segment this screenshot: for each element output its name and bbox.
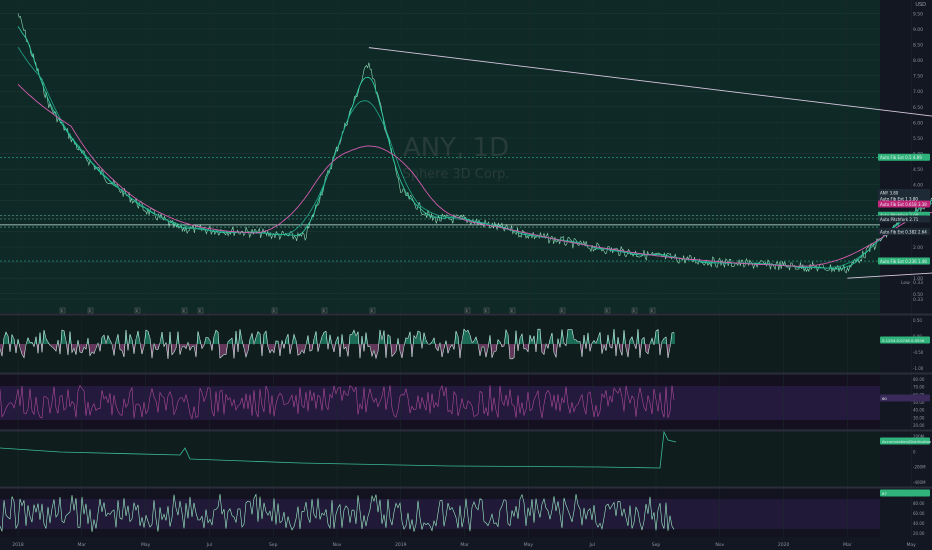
currency-label: USD (915, 2, 926, 8)
osc-tick: -0.50 (913, 350, 924, 355)
event-marker-label: E (199, 309, 201, 313)
price-tick: 9.50 (913, 11, 923, 17)
osc-tick: -1.00 (913, 366, 924, 371)
time-tick: Jul (206, 542, 212, 548)
time-tick: Sep (652, 542, 661, 548)
time-tick: Mar (78, 542, 87, 548)
price-tick: 0.33 (913, 297, 923, 303)
osc-tick: 60.00 (913, 511, 925, 516)
event-marker-label: E (511, 309, 513, 313)
event-marker-label: E (323, 309, 325, 313)
price-tag-text: Auto Fib Ext 0.5 4.89 (880, 155, 922, 160)
osc-tag[interactable] (880, 394, 930, 402)
osc-tick: 80.00 (913, 377, 925, 382)
low-label: 0.33 (913, 280, 923, 286)
stoch-band (0, 499, 880, 529)
time-tick: May (524, 542, 534, 548)
price-tick: 4.00 (913, 183, 923, 189)
price-tick: 5.50 (913, 136, 923, 142)
price-tick: 7.50 (913, 74, 923, 80)
price-tick: 8.50 (913, 43, 923, 49)
time-tick: Mar (460, 542, 469, 548)
osc-tick: 80.00 (913, 501, 925, 506)
price-tag-text: Auto Fib Ext 0.618 3.38 (880, 202, 927, 207)
osc-tag-text: 0.1254 0.0748 0.0506 (882, 338, 925, 343)
time-tick: 2019 (395, 542, 407, 548)
time-tick: Sep (269, 542, 278, 548)
event-marker-label: E (561, 309, 563, 313)
event-marker-label: E (371, 309, 373, 313)
watermark-name: Sphere 3D Corp. (402, 167, 509, 182)
price-tag-text: ANY 3.80 (880, 190, 899, 195)
price-tick: 9.00 (913, 27, 923, 33)
osc-tag-text: Accumulation/Distribution 1.07M (882, 439, 932, 444)
time-tick: Mar (843, 542, 852, 548)
price-tick: 2.00 (913, 245, 923, 251)
time-tick: Nov (715, 542, 724, 548)
event-marker-label: E (273, 309, 275, 313)
osc-tick: -200M (913, 465, 926, 470)
osc-tick: 30.00 (913, 415, 925, 420)
time-tick: May (141, 542, 151, 548)
event-marker-label: E (61, 309, 63, 313)
event-marker-label: E (136, 309, 138, 313)
osc-tick: 70.00 (913, 385, 925, 390)
time-tick: Jul (588, 542, 594, 548)
event-marker-label: E (183, 309, 185, 313)
event-marker-label: E (466, 309, 468, 313)
price-tick: 0.50 (913, 292, 923, 298)
osc-tag[interactable] (880, 489, 930, 497)
price-tag-text: Auto Pitchfork 2.71 (880, 217, 919, 222)
osc-tag-text: 60 (882, 396, 887, 401)
time-tick: 2018 (12, 542, 24, 548)
event-marker-label: E (651, 309, 653, 313)
event-marker-label: E (89, 309, 91, 313)
osc-tick: 40.00 (913, 521, 925, 526)
price-tag-text: Auto Fib Ext 0.382 2.64 (880, 229, 927, 234)
time-tick: May (907, 542, 917, 548)
price-tick: 6.50 (913, 105, 923, 111)
watermark-symbol: ANY, 1D (403, 133, 509, 163)
time-tick: 2020 (778, 542, 790, 548)
chart-canvas: ANY, 1D Sphere 3D Corp. EEEEEEEEEEEEEEE … (0, 0, 932, 550)
price-tick: 4.50 (913, 167, 923, 173)
osc-tick: 20.00 (913, 531, 925, 536)
time-tick: Nov (333, 542, 342, 548)
volume-pane-bg (0, 432, 880, 486)
osc-tick: 0.50 (913, 318, 922, 323)
price-tick: 6.00 (913, 120, 923, 126)
event-marker-label: E (633, 309, 635, 313)
price-tag-text: Auto Fib Ext 0.236 1.48 (880, 259, 927, 264)
low-caption: Low (901, 280, 910, 286)
event-marker-label: E (606, 309, 608, 313)
osc-tag-text: 87 (882, 491, 887, 496)
osc-tick: -400M (913, 480, 926, 485)
osc-tick: 40.00 (913, 408, 925, 413)
price-tick: 8.00 (913, 58, 923, 64)
osc-tick: 20.00 (913, 423, 925, 428)
price-tick: 7.00 (913, 89, 923, 95)
event-marker-label: E (485, 309, 487, 313)
